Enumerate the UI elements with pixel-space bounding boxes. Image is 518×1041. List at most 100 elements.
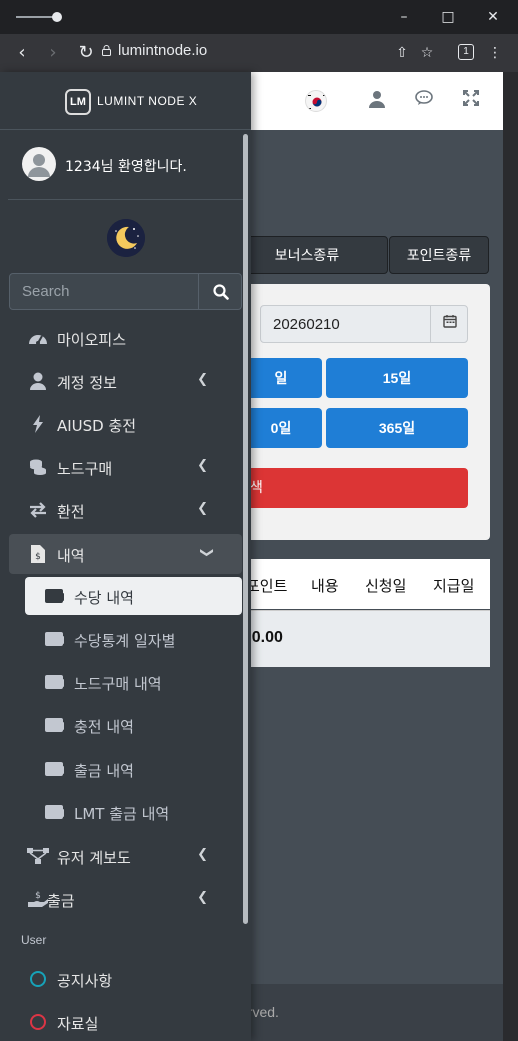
sidebar-subitem-label: 수당 내역 (74, 589, 134, 607)
sidebar-item-label: 환전 (57, 503, 85, 521)
wallet-icon (45, 632, 64, 646)
hand-holding-dollar-icon: $ (27, 889, 49, 909)
wallet-icon (45, 675, 64, 689)
search-icon[interactable] (198, 274, 242, 309)
tab-point-type[interactable]: 포인트종류 (389, 236, 489, 274)
period-button-day[interactable]: 일 (240, 358, 322, 398)
welcome-text[interactable]: 1234님 환영합니다. (65, 156, 187, 176)
period-button-15d[interactable]: 15일 (326, 358, 468, 398)
sidebar-item-label: 마이오피스 (57, 331, 127, 349)
sidebar-item-label: AIUSD 충전 (57, 417, 137, 435)
search-button[interactable]: 색 (240, 468, 468, 508)
reload-icon[interactable]: ↻ (74, 41, 98, 65)
sidebar-subitem-lmt-withdraw-history[interactable]: LMT 출금 내역 (25, 793, 242, 831)
calendar-icon[interactable] (430, 305, 468, 343)
period-button-365d[interactable]: 365일 (326, 408, 468, 448)
column-header-pay-date[interactable]: 지급일 (433, 575, 474, 596)
tachometer-icon (27, 328, 49, 348)
user-icon[interactable] (367, 90, 387, 112)
fullscreen-icon[interactable] (461, 90, 481, 112)
sidebar-item-exchange[interactable]: 환전 ❮ (9, 490, 242, 530)
sidebar-item-label: 노드구매 (57, 460, 113, 478)
forward-icon[interactable]: › (41, 41, 65, 65)
svg-text:$: $ (35, 891, 41, 901)
column-header-request-date[interactable]: 신청일 (365, 575, 406, 596)
sidebar-item-aiusd-charge[interactable]: AIUSD 충전 (9, 404, 242, 444)
page-scrollbar[interactable] (503, 72, 518, 1041)
chevron-left-icon: ❮ (197, 372, 208, 387)
sidebar-subitem-withdraw-history[interactable]: 출금 내역 (25, 750, 242, 788)
address-bar[interactable]: lumintnode.io (118, 42, 207, 59)
sidebar-subitem-label: 수당통계 일자별 (74, 632, 176, 650)
sidebar-subitem-label: 충전 내역 (74, 718, 134, 736)
sidebar-item-history[interactable]: $ 내역 ❮ (9, 534, 242, 574)
brand-link[interactable]: LM LUMINT NODE X (0, 72, 251, 130)
sidebar-item-archive[interactable]: 자료실 (9, 1002, 242, 1041)
chevron-left-icon: ❮ (197, 890, 208, 905)
wallet-icon (45, 805, 64, 819)
dark-mode-toggle-icon[interactable] (107, 219, 145, 257)
period-button-90d[interactable]: 0일 (240, 408, 322, 448)
chevron-down-icon: ❮ (199, 547, 215, 558)
maximize-icon[interactable]: □ (437, 6, 459, 28)
table-total: : 0.00 (240, 610, 490, 667)
sidebar-item-account[interactable]: 계정 정보 ❮ (9, 361, 242, 401)
sidebar-item-node-purchase[interactable]: 노드구매 ❮ (9, 447, 242, 487)
sidebar-item-withdraw[interactable]: $ 출금 ❮ (9, 879, 242, 919)
sidebar-item-user-genealogy[interactable]: 유저 계보도 ❮ (9, 836, 242, 876)
sidebar-subitem-label: 출금 내역 (74, 762, 134, 780)
brand-name: LUMINT NODE X (97, 94, 198, 108)
sidebar-item-label: 공지사항 (57, 972, 113, 990)
search-input[interactable] (10, 274, 198, 309)
sidebar: LM LUMINT NODE X 1234님 환영합니다. 마이오피스 계정 정… (0, 72, 251, 1041)
table-header: 포인트 내용 신청일 지급일 (240, 559, 490, 609)
user-icon (27, 371, 49, 391)
wallet-icon (45, 762, 64, 776)
sidebar-item-label: 자료실 (57, 1015, 99, 1033)
sidebar-item-notice[interactable]: 공지사항 (9, 959, 242, 999)
back-icon[interactable]: ‹ (10, 41, 34, 65)
close-icon[interactable]: ✕ (482, 6, 504, 28)
column-header-content[interactable]: 내용 (311, 575, 339, 596)
column-header-point[interactable]: 포인트 (246, 575, 287, 596)
sidebar-subitem-allowance-history[interactable]: 수당 내역 (25, 577, 242, 615)
wallet-icon (45, 589, 64, 603)
exchange-icon (27, 500, 49, 520)
lock-icon (102, 45, 111, 56)
browser-toolbar: ‹ › ↻ lumintnode.io ⇧ ☆ 1 ⋮ (0, 34, 518, 72)
sidebar-section-header: User (21, 933, 47, 947)
circle-icon (27, 1012, 49, 1032)
sidebar-scrollbar[interactable] (243, 134, 248, 924)
circle-icon (27, 969, 49, 989)
tab-count-button[interactable]: 1 (458, 44, 474, 60)
korea-flag-icon[interactable] (305, 90, 327, 112)
sidebar-search (9, 273, 242, 310)
bolt-icon (27, 414, 49, 434)
sidebar-item-label: 내역 (57, 547, 85, 565)
minimize-icon[interactable]: – (393, 6, 415, 28)
file-invoice-icon: $ (27, 544, 49, 564)
sidebar-subitem-label: 노드구매 내역 (74, 675, 162, 693)
sidebar-item-label: 계정 정보 (57, 374, 117, 392)
sidebar-item-label: 유저 계보도 (57, 849, 131, 867)
browser-titlebar: – □ ✕ (0, 0, 518, 34)
sidebar-subitem-label: LMT 출금 내역 (74, 805, 170, 823)
coins-icon (27, 457, 49, 477)
sitemap-icon (27, 846, 49, 866)
sidebar-item-my-office[interactable]: 마이오피스 (9, 318, 242, 358)
svg-text:$: $ (35, 552, 41, 562)
sidebar-item-label: 출금 (47, 892, 75, 910)
chevron-left-icon: ❮ (197, 458, 208, 473)
bookmark-star-icon[interactable]: ☆ (416, 42, 438, 64)
share-icon[interactable]: ⇧ (391, 42, 413, 64)
sidebar-subitem-charge-history[interactable]: 충전 내역 (25, 706, 242, 744)
kebab-menu-icon[interactable]: ⋮ (484, 42, 506, 64)
window-slider-knob[interactable] (52, 12, 62, 22)
chevron-left-icon: ❮ (197, 847, 208, 862)
sidebar-subitem-allowance-daily[interactable]: 수당통계 일자별 (25, 620, 242, 658)
sidebar-subitem-node-purchase-history[interactable]: 노드구매 내역 (25, 663, 242, 701)
footer-text: erved. (240, 984, 503, 1041)
avatar[interactable] (22, 147, 56, 181)
window-slider-track (16, 16, 56, 18)
chat-icon[interactable] (414, 90, 434, 112)
